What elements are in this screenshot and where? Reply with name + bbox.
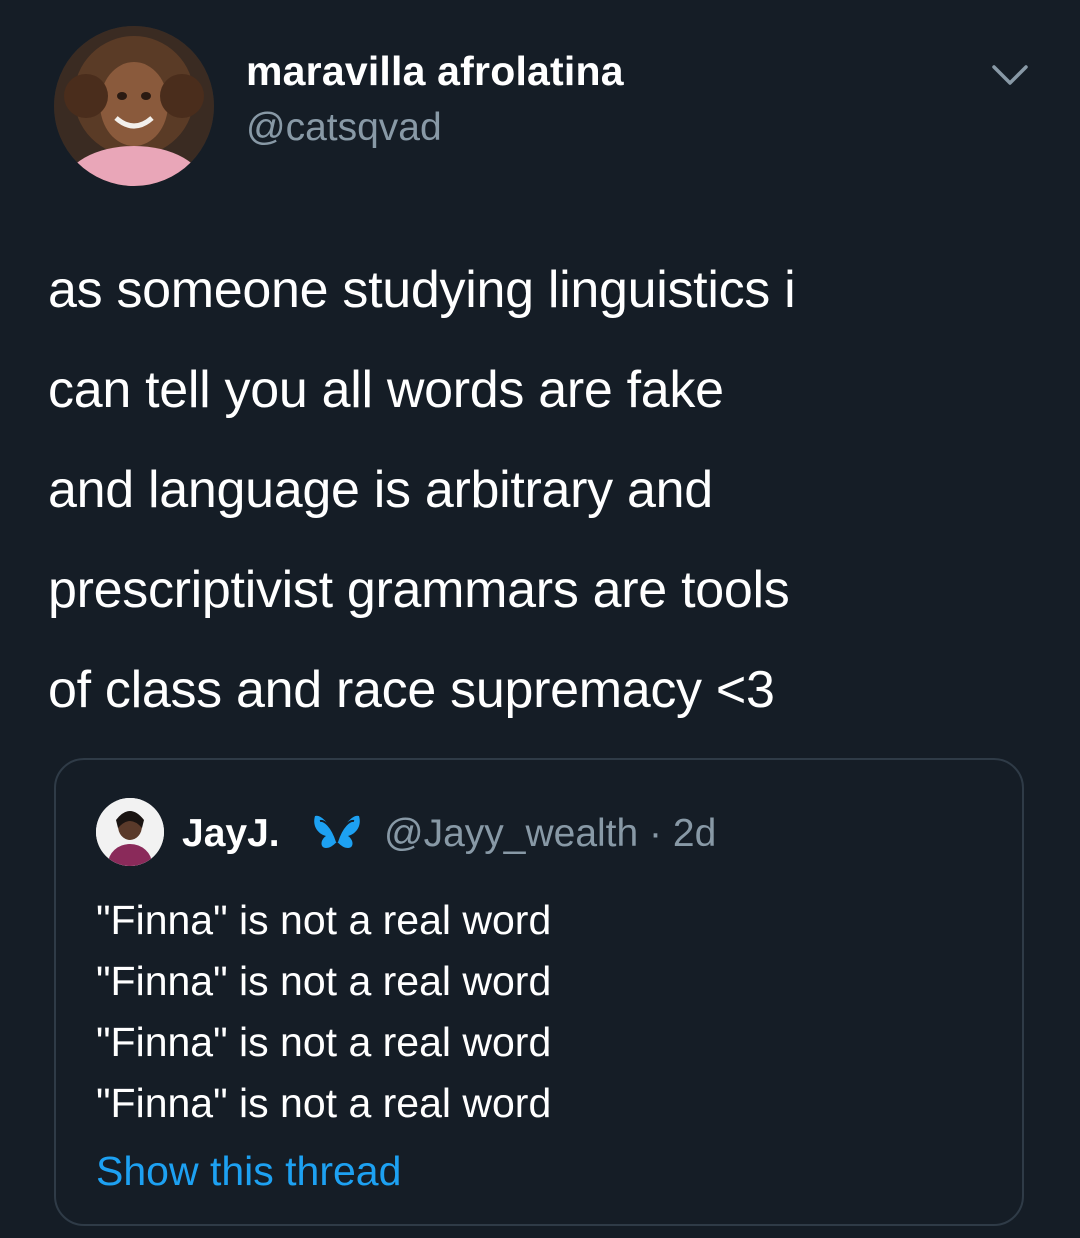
quoted-tweet-time[interactable]: 2d <box>673 812 716 855</box>
tweet-text-line: can tell you all words are fake <box>48 361 724 419</box>
chevron-down-icon[interactable] <box>990 62 1030 88</box>
quoted-tweet-line: "Finna" is not a real word <box>96 1080 552 1126</box>
tweet-text-line: as someone studying linguistics i <box>48 261 796 319</box>
tweet-text-line: prescriptivist grammars are tools <box>48 561 790 619</box>
author-avatar[interactable] <box>54 26 214 186</box>
author-handle[interactable]: @catsqvad <box>246 106 442 150</box>
quoted-author-handle[interactable]: @Jayy_wealth <box>384 812 638 855</box>
quoted-tweet-text: "Finna" is not a real word "Finna" is no… <box>96 890 551 1134</box>
quoted-tweet-line: "Finna" is not a real word <box>96 897 552 943</box>
quoted-tweet-line: "Finna" is not a real word <box>96 958 552 1004</box>
author-display-name[interactable]: maravilla afrolatina <box>246 48 624 95</box>
quoted-author-avatar[interactable] <box>96 798 164 866</box>
quoted-tweet-line: "Finna" is not a real word <box>96 1019 552 1065</box>
author-avatar-image <box>54 26 214 186</box>
quoted-author-display-name[interactable]: JayJ. <box>182 812 280 856</box>
quoted-author-avatar-image <box>96 798 164 866</box>
butterfly-icon <box>314 815 360 848</box>
tweet-text-line: of class and race supremacy <3 <box>48 661 775 719</box>
quoted-tweet-card[interactable]: JayJ. @Jayy_wealth · 2d "Finna" is not a… <box>54 758 1024 1226</box>
meta-separator: · <box>638 812 673 855</box>
tweet-text: as someone studying linguistics i can te… <box>48 240 1048 740</box>
show-thread-link[interactable]: Show this thread <box>96 1148 401 1195</box>
tweet-screenshot: maravilla afrolatina @catsqvad as someon… <box>0 0 1080 1238</box>
quoted-author-meta: @Jayy_wealth · 2d <box>384 812 716 856</box>
tweet-text-line: and language is arbitrary and <box>48 461 713 519</box>
